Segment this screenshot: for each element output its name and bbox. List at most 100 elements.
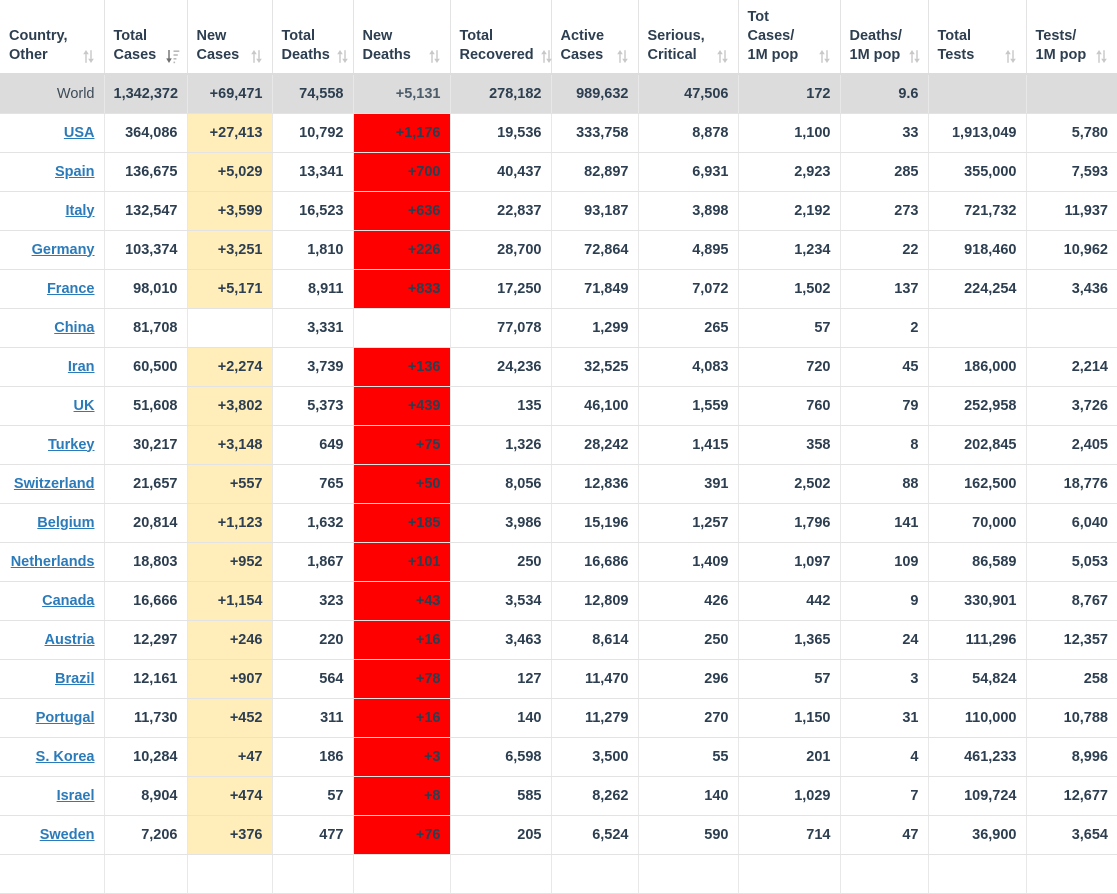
- sort-icon[interactable]: [1004, 48, 1017, 65]
- cell-country[interactable]: Spain: [0, 152, 105, 192]
- country-link[interactable]: Turkey: [48, 437, 94, 453]
- cell-country[interactable]: Switzerland: [0, 464, 105, 504]
- cell-value: 51,608: [133, 397, 178, 414]
- country-link[interactable]: Netherlands: [11, 554, 95, 570]
- cell-value: 649: [319, 436, 344, 453]
- cell-testsm: 11,937: [1026, 191, 1117, 231]
- cell-tottests: 224,254: [928, 269, 1027, 309]
- cell-value: 46,100: [584, 397, 629, 414]
- country-link[interactable]: Spain: [55, 164, 94, 180]
- cell-active: 15,196: [551, 503, 639, 543]
- sort-icon[interactable]: [250, 48, 263, 65]
- column-header-totdeaths[interactable]: Total Deaths: [272, 0, 354, 75]
- sort-icon[interactable]: [818, 48, 831, 65]
- cell-casesm: 1,029: [738, 776, 841, 816]
- cell-country[interactable]: Portugal: [0, 698, 105, 738]
- cell-value: 5,780: [1071, 124, 1108, 141]
- cell-newcases: +474: [187, 776, 273, 816]
- cell-country[interactable]: Israel: [0, 776, 105, 816]
- column-header-country[interactable]: Country, Other: [0, 0, 105, 75]
- cell-value: 16,686: [584, 553, 629, 570]
- cell-serious: 1,409: [638, 542, 739, 582]
- country-link[interactable]: Austria: [45, 632, 95, 648]
- sort-icon[interactable]: [428, 48, 441, 65]
- country-link[interactable]: Israel: [57, 788, 95, 804]
- cell-value: 70,000: [972, 514, 1017, 531]
- column-header-active[interactable]: Active Cases: [551, 0, 639, 75]
- cell-country[interactable]: Belgium: [0, 503, 105, 543]
- sort-icon[interactable]: [336, 48, 349, 65]
- column-header-label-active: Active Cases: [560, 28, 605, 63]
- country-link[interactable]: Switzerland: [14, 476, 95, 492]
- sort-icon[interactable]: [616, 48, 629, 65]
- column-header-serious[interactable]: Serious, Critical: [638, 0, 739, 75]
- cell-totcases: 7,206: [104, 815, 188, 855]
- cell-country[interactable]: Austria: [0, 620, 105, 660]
- sort-icon[interactable]: [716, 48, 729, 65]
- cell-value: 202,845: [964, 436, 1017, 453]
- column-header-casesm[interactable]: Tot Cases/1M pop: [738, 0, 841, 75]
- sort-amount-desc-icon[interactable]: [165, 48, 179, 65]
- column-header-testsm[interactable]: Tests/1M pop: [1026, 0, 1117, 75]
- table-row: Iran 60,500 +2,274 3,739 +136 24,236 32,525 4,0…: [0, 347, 1117, 387]
- cell-value: 30,217: [133, 436, 178, 453]
- table-row: S. Korea 10,284 +47 186 +3 6,598 3,500 55 201 4 46…: [0, 737, 1117, 777]
- column-header-newdeaths[interactable]: New Deaths: [353, 0, 451, 75]
- cell-newdeaths: +75: [353, 425, 451, 465]
- country-link[interactable]: China: [54, 320, 94, 336]
- cell-value: 32,525: [584, 358, 629, 375]
- cell-country[interactable]: UK: [0, 386, 105, 426]
- table-row: Spain 136,675 +5,029 13,341 +700 40,437 82,897…: [0, 152, 1117, 192]
- cell-newcases: [187, 854, 273, 894]
- country-link[interactable]: France: [47, 281, 95, 297]
- cell-country[interactable]: USA: [0, 113, 105, 153]
- cell-casesm: 2,923: [738, 152, 841, 192]
- column-header-totcases[interactable]: Total Cases: [104, 0, 188, 75]
- country-link[interactable]: Belgium: [37, 515, 94, 531]
- cell-newdeaths: +439: [353, 386, 451, 426]
- country-link[interactable]: Brazil: [55, 671, 95, 687]
- cell-country[interactable]: Germany: [0, 230, 105, 270]
- cell-newdeaths: +636: [353, 191, 451, 231]
- country-link[interactable]: USA: [64, 125, 95, 141]
- country-link[interactable]: Germany: [32, 242, 95, 258]
- country-link[interactable]: Sweden: [40, 827, 95, 843]
- cell-deathsm: 7: [840, 776, 929, 816]
- country-link[interactable]: Italy: [65, 203, 94, 219]
- cell-newdeaths: +16: [353, 698, 451, 738]
- cell-country[interactable]: Iran: [0, 347, 105, 387]
- column-header-deathsm[interactable]: Deaths/1M pop: [840, 0, 929, 75]
- country-link[interactable]: Canada: [42, 593, 94, 609]
- column-header-newcases[interactable]: New Cases: [187, 0, 273, 75]
- cell-country[interactable]: Italy: [0, 191, 105, 231]
- country-link[interactable]: Portugal: [36, 710, 95, 726]
- cell-country[interactable]: Turkey: [0, 425, 105, 465]
- country-link[interactable]: Iran: [68, 359, 95, 375]
- cell-value: +101: [407, 553, 441, 570]
- cell-country[interactable]: Brazil: [0, 659, 105, 699]
- table-row: Israel 8,904 +474 57 +8 585 8,262 140 1,029 7 109,…: [0, 776, 1117, 816]
- cell-country[interactable]: Sweden: [0, 815, 105, 855]
- cell-country[interactable]: France: [0, 269, 105, 309]
- cell-testsm: 258: [1026, 659, 1117, 699]
- sort-icon[interactable]: [908, 48, 921, 65]
- column-header-totrec[interactable]: Total Recovered: [450, 0, 552, 75]
- cell-country[interactable]: China: [0, 308, 105, 348]
- cell-value: 220: [319, 631, 344, 648]
- cell-totrec: 24,236: [450, 347, 552, 387]
- cell-value: 564: [319, 670, 344, 687]
- cell-totdeaths: 765: [272, 464, 354, 504]
- country-link[interactable]: UK: [74, 398, 95, 414]
- column-header-tottests[interactable]: Total Tests: [928, 0, 1027, 75]
- cell-value: +47: [237, 748, 263, 765]
- country-link[interactable]: S. Korea: [36, 749, 95, 765]
- cell-value: 60,500: [133, 358, 178, 375]
- cell-country[interactable]: Netherlands: [0, 542, 105, 582]
- cell-newcases: +3,251: [187, 230, 273, 270]
- cell-country[interactable]: Canada: [0, 581, 105, 621]
- cell-casesm: 1,234: [738, 230, 841, 270]
- sort-icon[interactable]: [1095, 48, 1108, 65]
- cell-country[interactable]: S. Korea: [0, 737, 105, 777]
- cell-value: 71,849: [584, 280, 629, 297]
- sort-icon[interactable]: [82, 48, 95, 65]
